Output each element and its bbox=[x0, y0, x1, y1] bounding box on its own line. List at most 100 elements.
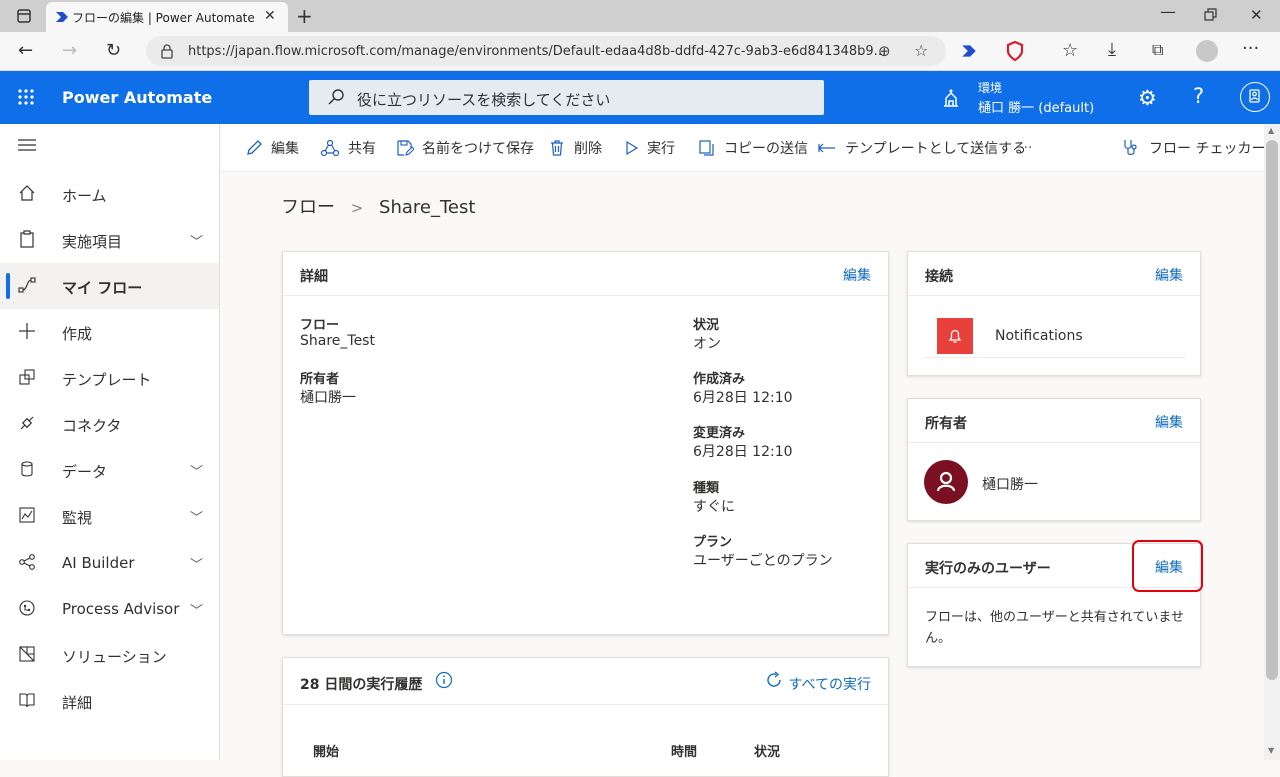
more-commands-button[interactable]: ··· bbox=[1019, 138, 1032, 158]
status-value: オン bbox=[693, 336, 721, 352]
owners-header: 所有者 編集 bbox=[908, 399, 1200, 443]
send-as-template-button[interactable]: テンプレートとして送信する bbox=[817, 138, 1026, 158]
sidebar-item-monitor[interactable]: 監視 ﹀ bbox=[0, 493, 219, 539]
browser-toolbar: ← → ↻ https://japan.flow.microsoft.com/m… bbox=[0, 32, 1280, 71]
active-indicator bbox=[6, 273, 10, 299]
address-bar[interactable]: https://japan.flow.microsoft.com/manage/… bbox=[146, 36, 946, 66]
owner-label: 所有者 bbox=[300, 372, 340, 387]
url-text[interactable]: https://japan.flow.microsoft.com/manage/… bbox=[188, 44, 886, 59]
stethoscope-icon bbox=[1124, 140, 1137, 155]
close-window-icon[interactable]: ✕ bbox=[1250, 6, 1263, 24]
run-only-users-title: 実行のみのユーザー bbox=[925, 561, 1051, 577]
page-scrollbar[interactable]: ▲ ▼ bbox=[1264, 124, 1280, 760]
info-icon[interactable] bbox=[435, 671, 453, 693]
environment-label: 環境 bbox=[978, 81, 1003, 95]
sidebar-item-create[interactable]: 作成 bbox=[0, 309, 219, 355]
column-header-status[interactable]: 状況 bbox=[754, 741, 780, 760]
breadcrumb-flows-link[interactable]: フロー bbox=[281, 197, 335, 218]
more-browser-icon[interactable]: ··· bbox=[1242, 38, 1259, 59]
browser-tab[interactable]: フローの編集 | Power Automate ✕ bbox=[46, 2, 288, 32]
column-header-duration[interactable]: 時間 bbox=[671, 741, 697, 760]
notifications-connector-icon bbox=[937, 318, 973, 354]
status-label: 状況 bbox=[693, 318, 720, 333]
scroll-up-icon[interactable]: ▲ bbox=[1268, 126, 1274, 135]
downloads-icon[interactable]: ⤓ bbox=[1108, 39, 1116, 60]
run-label: 実行 bbox=[647, 141, 675, 157]
sidebar-item-my-flows[interactable]: マイ フロー bbox=[0, 263, 219, 309]
delete-button[interactable]: 削除 bbox=[548, 138, 602, 158]
all-runs-link[interactable]: すべての実行 bbox=[789, 674, 871, 694]
column-header-start[interactable]: 開始 bbox=[313, 741, 339, 760]
edit-label: 編集 bbox=[271, 141, 299, 157]
send-copy-button[interactable]: コピーの送信 bbox=[698, 138, 808, 158]
owner-avatar bbox=[924, 460, 968, 504]
close-tab-icon[interactable]: ✕ bbox=[264, 8, 276, 24]
help-icon[interactable]: ? bbox=[1193, 84, 1204, 108]
back-icon[interactable]: ← bbox=[18, 40, 33, 61]
details-card-header: 詳細 編集 bbox=[283, 252, 888, 296]
sidebar-item-templates[interactable]: テンプレート bbox=[0, 355, 219, 401]
favorites-icon[interactable]: ☆ bbox=[1062, 40, 1078, 61]
user-account-icon[interactable] bbox=[1240, 82, 1270, 112]
sidebar-item-process-advisor[interactable]: Process Advisor ﹀ bbox=[0, 586, 219, 632]
connections-edit-link[interactable]: 編集 bbox=[1155, 265, 1183, 285]
minimize-icon[interactable]: — bbox=[1160, 2, 1176, 21]
share-button[interactable]: 共有 bbox=[320, 138, 376, 158]
share-icon bbox=[320, 139, 340, 157]
app-launcher-icon[interactable] bbox=[17, 88, 35, 110]
extension-shield-icon[interactable] bbox=[1006, 40, 1024, 65]
type-label: 種類 bbox=[693, 481, 720, 496]
scroll-down-icon[interactable]: ▼ bbox=[1268, 746, 1274, 755]
collections-icon[interactable]: ⧉ bbox=[1152, 40, 1163, 60]
owners-edit-link[interactable]: 編集 bbox=[1155, 412, 1183, 432]
send-template-label: テンプレートとして送信する bbox=[845, 141, 1027, 157]
details-edit-link[interactable]: 編集 bbox=[843, 265, 871, 285]
sidebar-item-label: データ bbox=[62, 463, 108, 481]
sidebar-item-action-items[interactable]: 実施項目 ﹀ bbox=[0, 217, 219, 263]
environment-name[interactable]: 樋口 勝一 (default) bbox=[978, 97, 1094, 116]
chevron-down-icon[interactable]: ﹀ bbox=[190, 461, 203, 480]
refresh-runs-icon[interactable] bbox=[764, 670, 784, 694]
connection-item[interactable]: Notifications bbox=[924, 302, 1185, 358]
hamburger-menu-icon[interactable] bbox=[18, 138, 36, 156]
flow-value: Share_Test bbox=[300, 333, 375, 349]
settings-gear-icon[interactable]: ⚙ bbox=[1138, 86, 1157, 110]
forward-icon[interactable]: → bbox=[62, 40, 77, 61]
chevron-down-icon[interactable]: ﹀ bbox=[190, 554, 203, 573]
save-as-button[interactable]: 名前をつけて保存 bbox=[396, 138, 534, 158]
send-template-icon bbox=[818, 143, 835, 153]
sidebar-item-label: 実施項目 bbox=[62, 233, 123, 251]
resource-search-input[interactable]: 役に立つリソースを検索してください bbox=[309, 80, 824, 115]
trash-icon bbox=[551, 140, 563, 156]
command-bar: 編集 共有 名前をつけて保存 削除 実行 コピーの送信 テンプレートとして送信す… bbox=[221, 124, 1265, 172]
environment-icon[interactable] bbox=[941, 88, 961, 112]
sidebar-item-connectors[interactable]: コネクタ bbox=[0, 401, 219, 447]
zoom-icon[interactable]: ⊕ bbox=[878, 42, 891, 60]
chevron-down-icon[interactable]: ﹀ bbox=[190, 507, 203, 526]
connections-card: 接続 編集 Notifications bbox=[907, 251, 1201, 376]
sidebar-item-ai-builder[interactable]: AI Builder ﹀ bbox=[0, 540, 219, 586]
sidebar-item-data[interactable]: データ ﹀ bbox=[0, 447, 219, 493]
profile-avatar[interactable] bbox=[1196, 40, 1218, 62]
chevron-down-icon[interactable]: ﹀ bbox=[190, 231, 203, 250]
sidebar-item-home[interactable]: ホーム bbox=[0, 171, 219, 217]
add-favorite-icon[interactable]: ☆ bbox=[914, 41, 928, 60]
sidebar-item-label: ホーム bbox=[62, 187, 107, 205]
browser-tab-strip: フローの編集 | Power Automate ✕ + — ✕ bbox=[0, 0, 1280, 32]
sidebar-item-solutions[interactable]: ソリューション bbox=[0, 632, 219, 678]
app-brand[interactable]: Power Automate bbox=[62, 88, 212, 107]
new-tab-icon[interactable]: + bbox=[296, 4, 313, 28]
extension-power-automate-icon[interactable] bbox=[960, 42, 978, 64]
run-only-users-edit-link[interactable]: 編集 bbox=[1155, 557, 1183, 577]
sidebar-item-learn[interactable]: 詳細 bbox=[0, 678, 219, 724]
flow-checker-button[interactable]: フロー チェッカー bbox=[1121, 138, 1265, 158]
refresh-icon[interactable]: ↻ bbox=[106, 40, 121, 61]
edit-button[interactable]: 編集 bbox=[245, 138, 299, 158]
chevron-down-icon[interactable]: ﹀ bbox=[190, 600, 203, 619]
plan-label: プラン bbox=[693, 535, 733, 550]
restore-icon[interactable] bbox=[1204, 8, 1218, 26]
scrollbar-thumb[interactable] bbox=[1266, 140, 1278, 680]
run-button[interactable]: 実行 bbox=[625, 138, 675, 158]
lock-icon[interactable] bbox=[160, 43, 174, 63]
tab-actions-icon[interactable] bbox=[16, 8, 32, 24]
